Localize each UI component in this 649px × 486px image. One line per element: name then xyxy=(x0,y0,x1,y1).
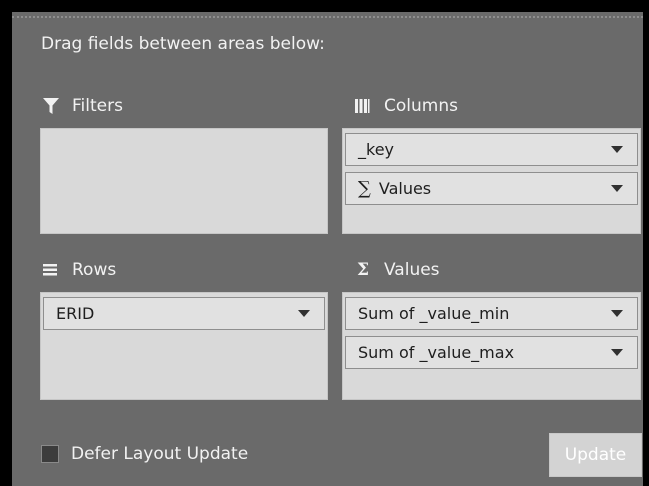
values-header: Σ Values xyxy=(354,260,440,280)
row-field-erid[interactable]: ERID xyxy=(43,297,325,330)
values-drop-area[interactable]: Sum of _value_min Sum of _value_max xyxy=(342,292,641,400)
rows-header: Rows xyxy=(42,260,116,280)
columns-icon xyxy=(354,97,372,115)
chevron-down-icon[interactable] xyxy=(611,349,623,356)
update-button[interactable]: Update xyxy=(549,433,642,477)
field-label: Values xyxy=(378,179,432,198)
columns-header: Columns xyxy=(354,96,458,116)
field-label: Sum of _value_max xyxy=(358,343,515,362)
chevron-down-icon[interactable] xyxy=(611,185,623,192)
columns-label: Columns xyxy=(384,96,458,116)
pivot-areas-panel: Drag fields between areas below: Filters xyxy=(12,12,643,486)
field-label: _key xyxy=(358,140,395,159)
defer-layout-update-checkbox[interactable] xyxy=(41,445,59,463)
filters-header: Filters xyxy=(42,96,123,116)
chevron-down-icon[interactable] xyxy=(611,310,623,317)
sigma-icon: ∑ xyxy=(358,178,371,199)
chevron-down-icon[interactable] xyxy=(611,146,623,153)
column-field-values[interactable]: ∑ Values xyxy=(345,172,638,205)
panel-divider xyxy=(12,16,643,18)
field-label: ERID xyxy=(56,304,95,323)
column-field-key[interactable]: _key xyxy=(345,133,638,166)
pivot-field-list-window: Drag fields between areas below: Filters xyxy=(0,0,649,486)
value-field-sum-min[interactable]: Sum of _value_min xyxy=(345,297,638,330)
defer-layout-update-row[interactable]: Defer Layout Update xyxy=(41,444,248,464)
rows-icon xyxy=(42,261,60,279)
filter-icon xyxy=(42,97,60,115)
chevron-down-icon[interactable] xyxy=(298,310,310,317)
sigma-icon: Σ xyxy=(356,260,370,280)
filters-label: Filters xyxy=(72,96,123,116)
rows-drop-area[interactable]: ERID xyxy=(40,292,328,400)
rows-label: Rows xyxy=(72,260,117,280)
defer-layout-update-label: Defer Layout Update xyxy=(71,444,249,464)
columns-drop-area[interactable]: _key ∑ Values xyxy=(342,128,641,234)
field-label: Sum of _value_min xyxy=(358,304,510,323)
filters-drop-area[interactable] xyxy=(40,128,328,234)
value-field-sum-max[interactable]: Sum of _value_max xyxy=(345,336,638,369)
drag-instructions: Drag fields between areas below: xyxy=(41,34,325,54)
values-label: Values xyxy=(384,260,440,280)
